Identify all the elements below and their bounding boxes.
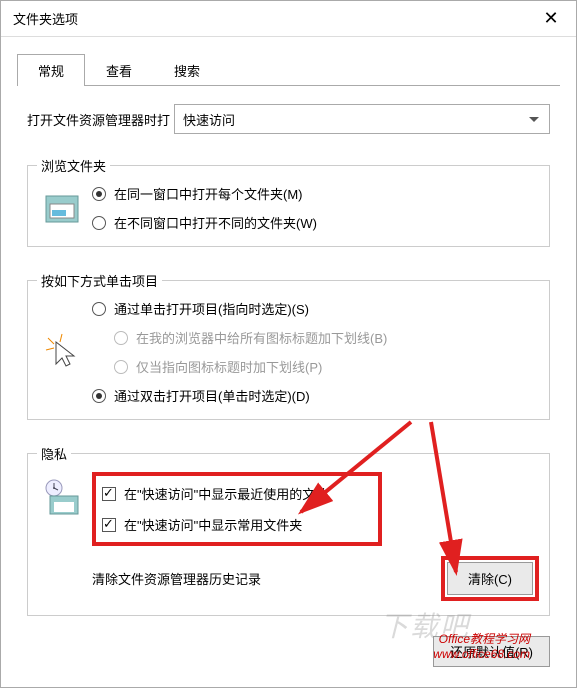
clear-button-highlight: 清除(C) (441, 556, 539, 601)
tab-bar: 常规 查看 搜索 (17, 53, 560, 86)
titlebar: 文件夹选项 ✕ (1, 1, 576, 37)
click-group: 按如下方式单击项目 通过单击打开项目(指向时选定)(S) (27, 261, 550, 420)
cursor-icon (42, 332, 82, 372)
click-title: 按如下方式单击项目 (37, 271, 162, 290)
clear-button[interactable]: 清除(C) (447, 562, 533, 595)
open-combobox[interactable]: 快速访问 (174, 104, 550, 134)
radio-label: 通过双击打开项目(单击时选定)(D) (114, 386, 310, 405)
privacy-group: 隐私 在"快速访问"中显示最近使用的文件 (27, 434, 550, 616)
restore-defaults-button[interactable]: 还原默认值(R) (433, 636, 550, 667)
radio-label: 在我的浏览器中给所有图标标题加下划线(B) (136, 328, 387, 347)
radio-label: 仅当指向图标标题时加下划线(P) (136, 357, 322, 376)
privacy-icon (42, 478, 82, 518)
bottom-buttons: 下载吧 还原默认值(R) Office教程学习网 www.office68.co… (27, 630, 550, 667)
browse-same-window-radio[interactable]: 在同一窗口中打开每个文件夹(M) (92, 184, 317, 203)
tab-search[interactable]: 搜索 (153, 54, 221, 86)
radio-icon (92, 187, 106, 201)
window-title: 文件夹选项 (13, 9, 78, 28)
clear-label: 清除文件资源管理器历史记录 (92, 569, 261, 588)
check-label: 在"快速访问"中显示常用文件夹 (124, 515, 302, 534)
tab-general[interactable]: 常规 (17, 54, 85, 86)
radio-icon (114, 331, 128, 345)
double-click-radio[interactable]: 通过双击打开项目(单击时选定)(D) (92, 386, 387, 405)
tab-body: 打开文件资源管理器时打 快速访问 浏览文件夹 在同一窗 (17, 86, 560, 677)
underline-hover-radio: 仅当指向图标标题时加下划线(P) (114, 357, 387, 376)
browse-title: 浏览文件夹 (37, 156, 110, 175)
tab-view[interactable]: 查看 (85, 54, 153, 86)
underline-all-radio: 在我的浏览器中给所有图标标题加下划线(B) (114, 328, 387, 347)
check-label: 在"快速访问"中显示最近使用的文件 (124, 484, 328, 503)
radio-label: 在同一窗口中打开每个文件夹(M) (114, 184, 303, 203)
radio-icon (92, 302, 106, 316)
radio-icon (114, 360, 128, 374)
single-click-radio[interactable]: 通过单击打开项目(指向时选定)(S) (92, 299, 387, 318)
checkbox-icon (102, 518, 116, 532)
clear-row: 清除文件资源管理器历史记录 清除(C) (92, 556, 539, 601)
combo-value: 快速访问 (183, 110, 235, 129)
dialog: 文件夹选项 ✕ 常规 查看 搜索 打开文件资源管理器时打 快速访问 浏览文件夹 (0, 0, 577, 688)
privacy-title: 隐私 (37, 444, 71, 463)
browse-folder-icon (42, 188, 82, 228)
radio-label: 在不同窗口中打开不同的文件夹(W) (114, 213, 317, 232)
content: 常规 查看 搜索 打开文件资源管理器时打 快速访问 浏览文件夹 (1, 37, 576, 687)
radio-icon (92, 216, 106, 230)
close-button[interactable]: ✕ (526, 1, 576, 37)
open-row: 打开文件资源管理器时打 快速访问 (27, 104, 550, 134)
frequent-folders-check[interactable]: 在"快速访问"中显示常用文件夹 (102, 515, 372, 534)
open-label: 打开文件资源管理器时打 (27, 110, 170, 129)
browse-group: 浏览文件夹 在同一窗口中打开每个文件夹(M) (27, 146, 550, 247)
recent-files-check[interactable]: 在"快速访问"中显示最近使用的文件 (102, 484, 372, 503)
checkbox-icon (102, 487, 116, 501)
browse-diff-window-radio[interactable]: 在不同窗口中打开不同的文件夹(W) (92, 213, 317, 232)
radio-label: 通过单击打开项目(指向时选定)(S) (114, 299, 309, 318)
privacy-checks-highlight: 在"快速访问"中显示最近使用的文件 在"快速访问"中显示常用文件夹 (92, 472, 382, 546)
radio-icon (92, 389, 106, 403)
